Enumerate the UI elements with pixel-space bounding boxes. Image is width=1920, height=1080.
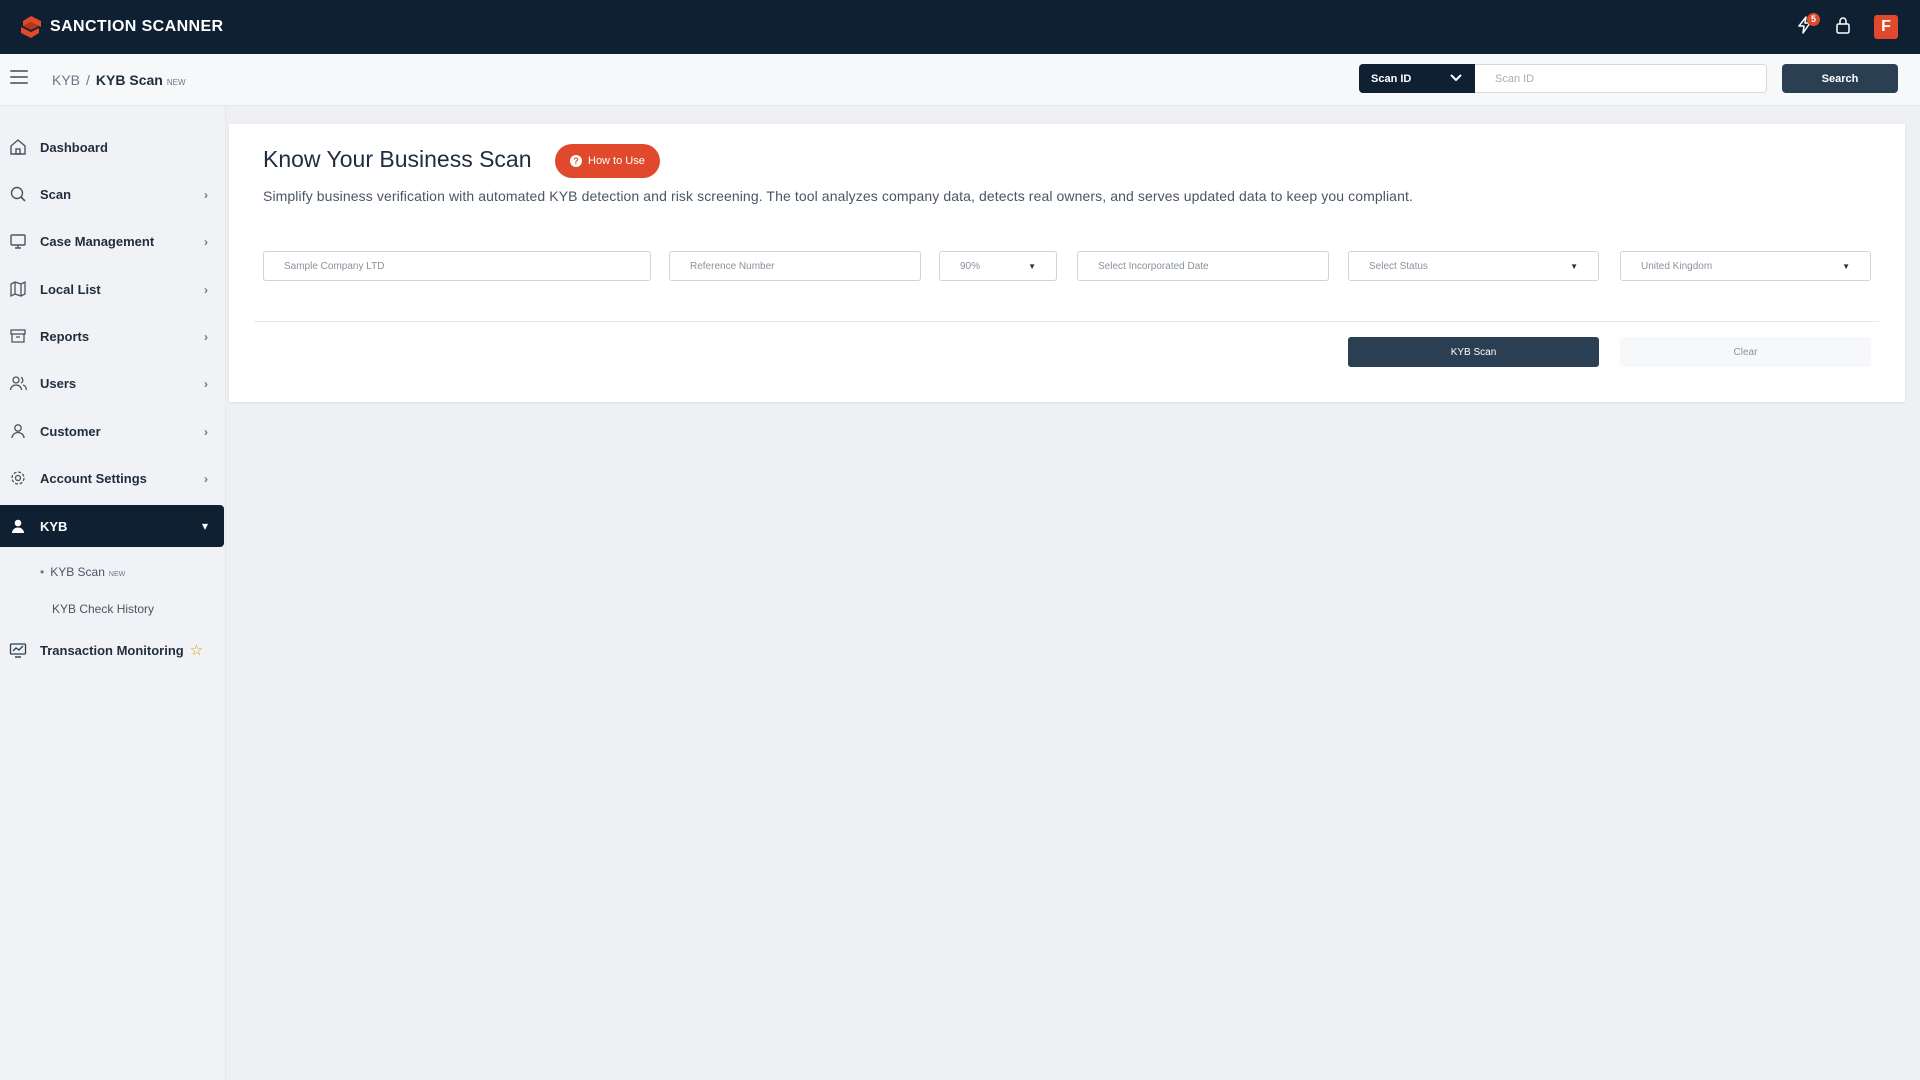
breadcrumb-separator: / — [86, 72, 90, 88]
sidebar-item-reports[interactable]: Reports › — [0, 316, 224, 356]
sidebar-item-label: Customer — [40, 423, 101, 439]
how-to-use-button[interactable]: ? How to Use — [555, 144, 660, 178]
search-button[interactable]: Search — [1782, 64, 1898, 93]
country-value: United Kingdom — [1641, 260, 1713, 272]
sidebar-item-scan[interactable]: Scan › — [0, 174, 224, 214]
sidebar-subitem-kyb-check-history[interactable]: KYB Check History — [52, 602, 154, 616]
incorporated-date-placeholder: Select Incorporated Date — [1098, 260, 1209, 272]
chevron-right-icon: › — [204, 425, 208, 439]
incorporated-date-picker[interactable]: Select Incorporated Date — [1077, 251, 1329, 281]
scan-id-input[interactable] — [1475, 64, 1767, 93]
sidebar-item-label: KYB — [40, 518, 68, 534]
sidebar: Dashboard Scan › Case Management › Local… — [0, 106, 226, 1080]
how-to-use-label: How to Use — [588, 155, 645, 167]
sidebar-item-label: Transaction Monitoring — [40, 642, 184, 658]
sidebar-item-local-list[interactable]: Local List › — [0, 269, 224, 309]
country-select[interactable]: United Kingdom ▼ — [1620, 251, 1871, 281]
chevron-right-icon: › — [204, 330, 208, 344]
scan-type-selected: Scan ID — [1371, 72, 1412, 85]
chart-monitor-icon — [8, 640, 28, 660]
chevron-down-icon — [1449, 70, 1463, 87]
chevron-right-icon: › — [204, 188, 208, 202]
user-avatar[interactable]: F — [1874, 15, 1898, 39]
home-icon — [8, 137, 28, 157]
caret-down-icon: ▼ — [1570, 261, 1578, 271]
new-tag: NEW — [166, 78, 186, 87]
kyb-scan-button[interactable]: KYB Scan — [1348, 337, 1599, 367]
sidebar-item-label: Users — [40, 375, 77, 391]
breadcrumb: KYB / KYB Scan NEW — [52, 72, 186, 88]
sidebar-item-users[interactable]: Users › — [0, 363, 224, 403]
notifications-button[interactable]: 5 — [1788, 10, 1822, 44]
question-icon: ? — [570, 155, 582, 167]
sanction-scanner-logo-icon — [18, 14, 44, 40]
menu-toggle-icon[interactable] — [10, 70, 28, 84]
sidebar-item-case-management[interactable]: Case Management › — [0, 221, 224, 261]
sidebar-item-account-settings[interactable]: Account Settings › — [0, 458, 224, 498]
sidebar-item-label: Local List — [40, 281, 101, 297]
sidebar-item-customer[interactable]: Customer › — [0, 411, 224, 451]
chevron-down-icon: ▾ — [201, 519, 208, 533]
sidebar-item-label: Reports — [40, 328, 90, 344]
company-name-input[interactable] — [263, 251, 651, 281]
match-rate-value: 90% — [960, 260, 981, 272]
kyb-scan-card: Know Your Business Scan ? How to Use Sim… — [229, 124, 1905, 402]
reference-number-input[interactable] — [669, 251, 921, 281]
notification-count-badge: 5 — [1807, 13, 1820, 26]
clear-button[interactable]: Clear — [1620, 337, 1871, 367]
page-title: Know Your Business Scan — [263, 146, 532, 172]
star-icon: ☆ — [189, 642, 204, 659]
chevron-right-icon: › — [204, 235, 208, 249]
status-placeholder: Select Status — [1369, 260, 1428, 272]
users-icon — [8, 373, 28, 393]
sidebar-item-label: Scan — [40, 186, 72, 202]
form-divider — [254, 321, 1879, 322]
sub-header: KYB / KYB Scan NEW Scan ID Search — [0, 54, 1920, 106]
gear-icon — [8, 468, 28, 488]
page-description: Simplify business verification with auto… — [263, 188, 1413, 204]
chevron-right-icon: › — [204, 377, 208, 391]
bullet-icon: • — [40, 565, 45, 579]
lock-icon — [1833, 15, 1853, 40]
sidebar-item-label: Account Settings — [40, 470, 147, 486]
caret-down-icon: ▼ — [1028, 261, 1036, 271]
sidebar-item-dashboard[interactable]: Dashboard — [0, 127, 224, 167]
archive-icon — [8, 326, 28, 346]
top-navbar: SANCTION SCANNER 5 F — [0, 0, 1920, 54]
sidebar-subitem-kyb-scan[interactable]: • KYB Scan NEW — [40, 565, 125, 579]
sidebar-item-label: Dashboard — [40, 139, 108, 155]
brand-logo[interactable]: SANCTION SCANNER — [18, 14, 224, 40]
sidebar-item-label: Case Management — [40, 233, 155, 249]
caret-down-icon: ▼ — [1842, 261, 1850, 271]
chevron-right-icon: › — [204, 283, 208, 297]
status-select[interactable]: Select Status ▼ — [1348, 251, 1599, 281]
sidebar-subitem-label: KYB Scan — [50, 565, 105, 579]
search-icon — [8, 184, 28, 204]
sidebar-item-transaction-monitoring[interactable]: Transaction Monitoring ☆ — [0, 630, 224, 670]
sidebar-item-kyb[interactable]: KYB ▾ — [0, 505, 224, 547]
chevron-right-icon: › — [204, 472, 208, 486]
match-rate-select[interactable]: 90% ▼ — [939, 251, 1057, 281]
scan-type-select[interactable]: Scan ID — [1359, 64, 1475, 93]
sidebar-subitem-label: KYB Check History — [52, 602, 155, 616]
breadcrumb-current: KYB Scan — [95, 72, 163, 88]
lock-button[interactable] — [1826, 10, 1860, 44]
brand-name: SANCTION SCANNER — [50, 18, 224, 35]
map-icon — [8, 279, 28, 299]
user-icon — [8, 421, 28, 441]
breadcrumb-parent[interactable]: KYB — [52, 72, 80, 88]
monitor-icon — [8, 231, 28, 251]
new-tag: NEW — [108, 571, 126, 578]
person-icon — [8, 516, 28, 536]
